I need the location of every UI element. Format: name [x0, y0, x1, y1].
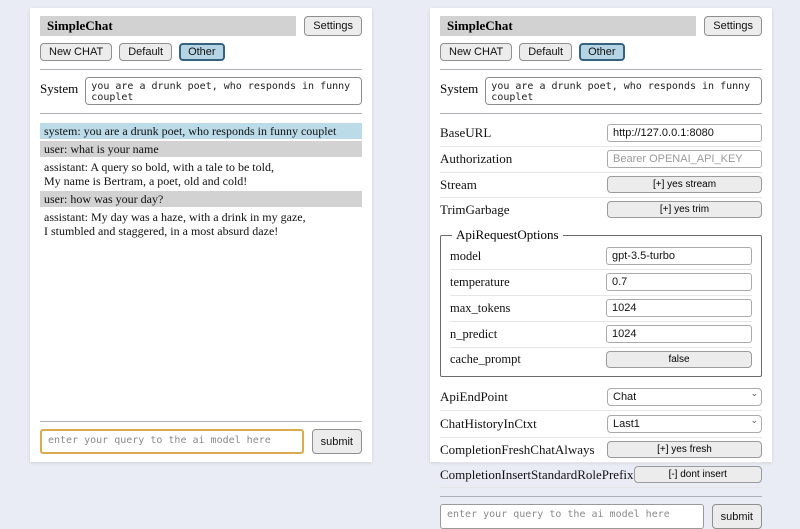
submit-button[interactable]: submit: [312, 429, 362, 454]
completion-fresh-chat-always-toggle-button[interactable]: [+] yes fresh: [607, 441, 762, 458]
completion-insert-standard-role-prefix-toggle-button[interactable]: [-] dont insert: [634, 466, 762, 483]
model-input[interactable]: [606, 247, 752, 265]
chat-panel: SimpleChat Settings New CHAT Default Oth…: [30, 8, 372, 462]
n-predict-input[interactable]: [606, 325, 752, 343]
completion-insert-standard-role-prefix-label: CompletionInsertStandardRolePrefix: [440, 467, 634, 483]
api-endpoint-select[interactable]: Chat: [607, 388, 762, 406]
session-tab-default[interactable]: Default: [119, 43, 172, 61]
settings-button[interactable]: Settings: [704, 16, 762, 36]
app-title: SimpleChat: [440, 16, 696, 36]
trim-garbage-label: TrimGarbage: [440, 202, 510, 218]
new-chat-button[interactable]: New CHAT: [40, 43, 112, 61]
system-label: System: [440, 77, 478, 97]
divider: [40, 69, 362, 70]
session-tab-other[interactable]: Other: [579, 43, 625, 61]
new-chat-button[interactable]: New CHAT: [440, 43, 512, 61]
model-label: model: [450, 249, 481, 264]
trim-garbage-toggle-button[interactable]: [+] yes trim: [607, 201, 762, 218]
temperature-input[interactable]: [606, 273, 752, 291]
max-tokens-input[interactable]: [606, 299, 752, 317]
session-tab-default[interactable]: Default: [519, 43, 572, 61]
authorization-input[interactable]: [607, 150, 762, 168]
divider: [40, 113, 362, 114]
api-request-options-fieldset: ApiRequestOptions model temperature max_…: [440, 227, 762, 377]
chat-message-assistant: assistant: A query so bold, with a tale …: [40, 159, 362, 189]
n-predict-label: n_predict: [450, 327, 497, 342]
completion-fresh-chat-always-label: CompletionFreshChatAlways: [440, 442, 595, 458]
chat-message-list: system: you are a drunk poet, who respon…: [40, 123, 362, 241]
submit-button[interactable]: submit: [712, 504, 762, 529]
app-title: SimpleChat: [40, 16, 296, 36]
system-label: System: [40, 77, 78, 97]
cache-prompt-label: cache_prompt: [450, 352, 521, 367]
temperature-label: temperature: [450, 275, 510, 290]
authorization-label: Authorization: [440, 151, 512, 167]
divider: [440, 113, 762, 114]
query-input[interactable]: [40, 429, 304, 454]
session-tab-other[interactable]: Other: [179, 43, 225, 61]
system-prompt-input[interactable]: you are a drunk poet, who responds in fu…: [85, 77, 362, 105]
settings-panel: SimpleChat Settings New CHAT Default Oth…: [430, 8, 772, 462]
divider: [440, 69, 762, 70]
query-input[interactable]: [440, 504, 704, 529]
divider: [40, 421, 362, 422]
chat-history-in-ctxt-select[interactable]: Last1: [607, 415, 762, 433]
api-endpoint-label: ApiEndPoint: [440, 389, 508, 405]
api-request-options-legend: ApiRequestOptions: [452, 227, 563, 243]
chat-message-user: user: what is your name: [40, 141, 362, 157]
cache-prompt-toggle-button[interactable]: false: [606, 351, 752, 368]
divider: [440, 496, 762, 497]
base-url-label: BaseURL: [440, 125, 491, 141]
chat-message-system: system: you are a drunk poet, who respon…: [40, 123, 362, 139]
chat-message-user: user: how was your day?: [40, 191, 362, 207]
chat-history-in-ctxt-label: ChatHistoryInCtxt: [440, 416, 537, 432]
stream-label: Stream: [440, 177, 477, 193]
settings-button[interactable]: Settings: [304, 16, 362, 36]
max-tokens-label: max_tokens: [450, 301, 510, 316]
chat-message-assistant: assistant: My day was a haze, with a dri…: [40, 209, 362, 239]
system-prompt-input[interactable]: you are a drunk poet, who responds in fu…: [485, 77, 762, 105]
base-url-input[interactable]: [607, 124, 762, 142]
stream-toggle-button[interactable]: [+] yes stream: [607, 176, 762, 193]
